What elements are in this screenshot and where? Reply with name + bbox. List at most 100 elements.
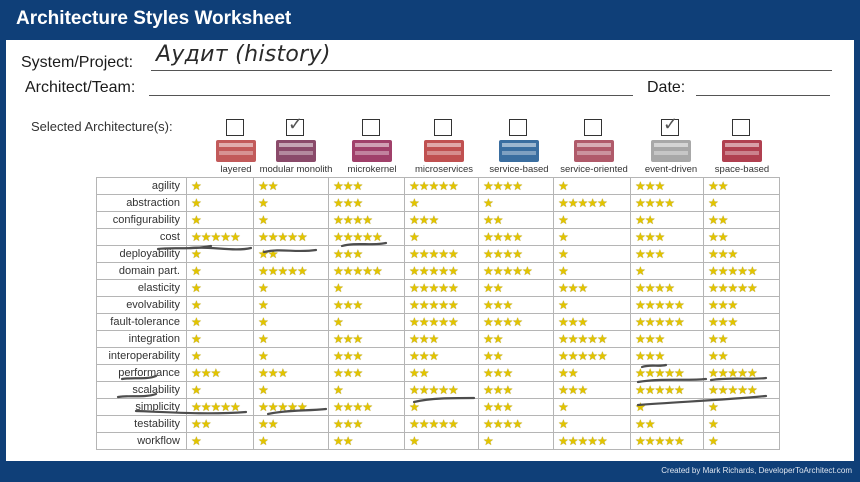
style-checkbox[interactable] xyxy=(509,119,527,136)
style-name: space-based xyxy=(714,164,770,175)
star-rating: ★★★ xyxy=(635,247,665,261)
attribute-label: workflow xyxy=(96,432,187,450)
table-row: cost ★★★★★ ★★★★★ ★★★★★ ★ ★★★★ ★ ★★★ ★★ xyxy=(96,228,780,246)
rating-cell: ★★ xyxy=(478,279,554,297)
architect-team-line[interactable] xyxy=(149,95,633,96)
star-rating: ★ xyxy=(258,213,269,227)
rating-cell: ★ xyxy=(478,194,554,212)
rating-cell: ★ xyxy=(404,398,479,416)
rating-cell: ★ xyxy=(186,347,254,365)
checkmark-icon: ✓ xyxy=(288,114,304,134)
star-rating: ★★★★★ xyxy=(558,434,608,448)
rating-cell: ★ xyxy=(186,194,254,212)
rating-cell: ★ xyxy=(253,279,329,297)
star-rating: ★ xyxy=(409,400,420,414)
rating-cell: ★ xyxy=(703,194,780,212)
star-rating: ★ xyxy=(258,281,269,295)
star-rating: ★★★★ xyxy=(483,247,523,261)
star-rating: ★ xyxy=(258,332,269,346)
star-rating: ★★★ xyxy=(483,383,513,397)
rating-cell: ★★★★ xyxy=(478,313,554,331)
style-checkbox[interactable] xyxy=(362,119,380,136)
star-rating: ★★★★★ xyxy=(708,264,758,278)
worksheet-title: Architecture Styles Worksheet xyxy=(16,8,292,29)
style-checkbox[interactable] xyxy=(584,119,602,136)
rating-cell: ★★ xyxy=(703,347,780,365)
style-checkbox[interactable] xyxy=(732,119,750,136)
star-rating: ★★★ xyxy=(191,366,221,380)
rating-cell: ★★★★ xyxy=(630,279,704,297)
attribute-label: domain part. xyxy=(96,262,187,280)
star-rating: ★★★★ xyxy=(483,179,523,193)
rating-cell: ★★ xyxy=(553,364,631,382)
star-rating: ★★★★★ xyxy=(558,332,608,346)
attribute-label: deployability xyxy=(96,245,187,263)
rating-cell: ★ xyxy=(553,177,631,195)
rating-cell: ★ xyxy=(253,211,329,229)
star-rating: ★★★★ xyxy=(333,400,373,414)
date-line[interactable] xyxy=(696,95,830,96)
star-rating: ★★★★★ xyxy=(635,315,685,329)
rating-cell: ★ xyxy=(404,228,479,246)
star-rating: ★★★ xyxy=(558,315,588,329)
system-project-line[interactable] xyxy=(151,70,832,71)
rating-cell: ★★★ xyxy=(328,364,405,382)
star-rating: ★★★★★ xyxy=(558,196,608,210)
star-rating: ★★★★★ xyxy=(635,434,685,448)
star-rating: ★ xyxy=(558,264,569,278)
star-rating: ★★★★ xyxy=(635,196,675,210)
star-rating: ★★★ xyxy=(333,179,363,193)
star-rating: ★★★ xyxy=(635,349,665,363)
rating-cell: ★★★ xyxy=(630,347,704,365)
star-rating: ★ xyxy=(191,298,202,312)
star-rating: ★ xyxy=(483,196,494,210)
star-rating: ★★★★★ xyxy=(409,417,459,431)
style-checkbox[interactable] xyxy=(226,119,244,136)
attribute-label: elasticity xyxy=(96,279,187,297)
rating-cell: ★★ xyxy=(630,415,704,433)
star-rating: ★★ xyxy=(258,417,278,431)
rating-cell: ★★★ xyxy=(703,296,780,314)
attribute-label: agility xyxy=(96,177,187,195)
table-row: agility ★ ★★ ★★★ ★★★★★ ★★★★ ★ ★★★ ★★ xyxy=(96,177,780,195)
table-row: interoperability ★ ★ ★★★ ★★★ ★★ ★★★★★ ★★★ ★★ xyxy=(96,347,780,365)
rating-cell: ★★★★★ xyxy=(404,415,479,433)
attribute-label: scalability xyxy=(96,381,187,399)
rating-cell: ★★★★★ xyxy=(404,279,479,297)
star-rating: ★★ xyxy=(708,332,728,346)
star-rating: ★★★★★ xyxy=(708,383,758,397)
star-rating: ★★★★★ xyxy=(409,298,459,312)
star-rating: ★★ xyxy=(558,366,578,380)
rating-cell: ★★★ xyxy=(404,211,479,229)
rating-cell: ★★ xyxy=(404,364,479,382)
star-rating: ★ xyxy=(258,315,269,329)
rating-cell: ★★★★★ xyxy=(328,262,405,280)
table-row: configurability ★ ★ ★★★★ ★★★ ★★ ★ ★★ ★★ xyxy=(96,211,780,229)
style-diagram-icon xyxy=(352,140,392,162)
star-rating: ★★★ xyxy=(333,332,363,346)
star-rating: ★ xyxy=(708,417,719,431)
star-rating: ★★★ xyxy=(483,298,513,312)
system-project-value: Аудит (history) xyxy=(156,42,331,67)
star-rating: ★ xyxy=(333,315,344,329)
star-rating: ★★★★★ xyxy=(409,247,459,261)
rating-cell: ★★★★ xyxy=(328,211,405,229)
rating-cell: ★ xyxy=(553,245,631,263)
table-row: performance ★★★ ★★★ ★★★ ★★ ★★★ ★★ ★★★★★ ★★★★★ xyxy=(96,364,780,382)
rating-cell: ★★★ xyxy=(703,245,780,263)
star-rating: ★★★ xyxy=(409,213,439,227)
rating-cell: ★★★ xyxy=(404,347,479,365)
star-rating: ★ xyxy=(558,213,569,227)
rating-cell: ★★★★ xyxy=(478,177,554,195)
star-rating: ★★★ xyxy=(333,247,363,261)
attribute-label: fault-tolerance xyxy=(96,313,187,331)
style-checkbox[interactable] xyxy=(434,119,452,136)
rating-cell: ★★★★★ xyxy=(253,262,329,280)
star-rating: ★ xyxy=(191,213,202,227)
rating-cell: ★★ xyxy=(630,211,704,229)
rating-cell: ★★★★★ xyxy=(253,398,329,416)
rating-cell: ★★★★★ xyxy=(404,177,479,195)
rating-cell: ★★★★★ xyxy=(404,313,479,331)
rating-cell: ★ xyxy=(253,330,329,348)
star-rating: ★★★★★ xyxy=(258,264,308,278)
